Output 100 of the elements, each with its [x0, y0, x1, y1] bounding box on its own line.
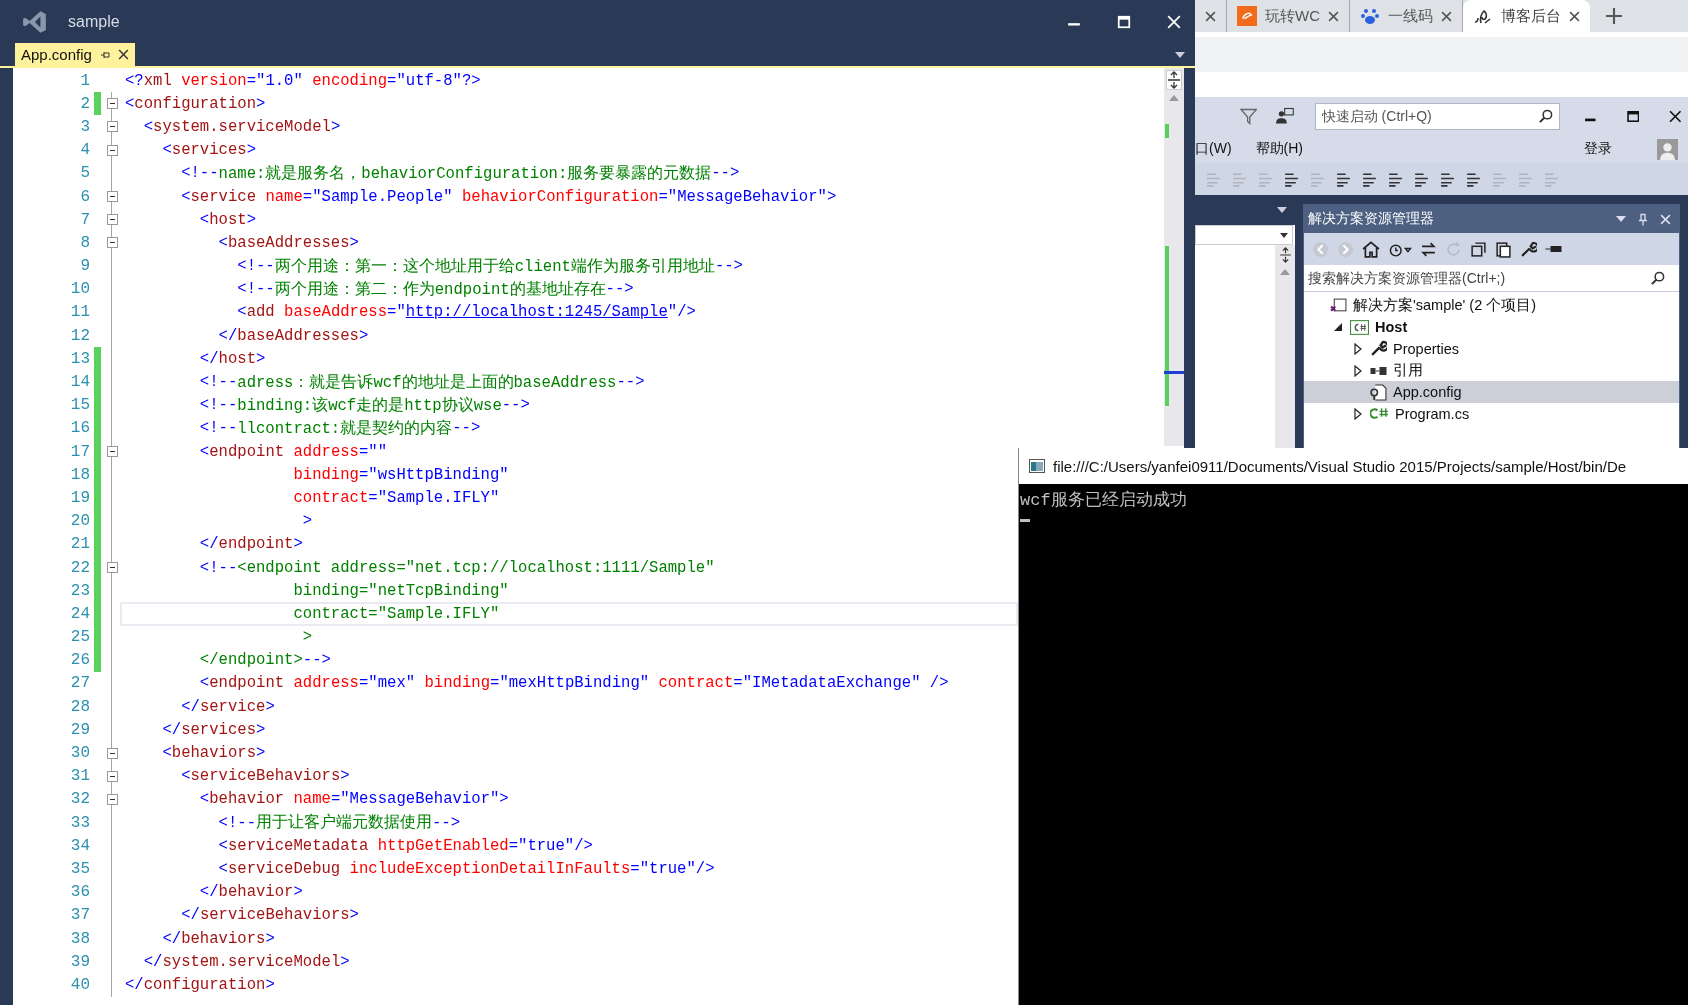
- line-number: 39: [69, 952, 90, 971]
- search-icon: [1650, 271, 1665, 286]
- browser-tab[interactable]: 博客后台: [1463, 0, 1590, 32]
- browser-tab[interactable]: 玩转WC: [1227, 0, 1350, 32]
- copy-icon[interactable]: [1495, 240, 1512, 258]
- expanded-icon[interactable]: [1334, 323, 1342, 332]
- collapse-icon[interactable]: [106, 237, 118, 249]
- toolbar-icon[interactable]: [1413, 170, 1430, 188]
- close-icon[interactable]: [1669, 109, 1682, 123]
- code-line: <!--两个用途：第一：这个地址用于给client端作为服务引用地址-->: [236, 256, 744, 278]
- pin-icon[interactable]: [1638, 212, 1648, 226]
- feedback-icon[interactable]: [1275, 107, 1295, 125]
- collapse-all-icon[interactable]: [1470, 240, 1487, 258]
- solution-icon: [1330, 297, 1347, 315]
- close-icon[interactable]: [1569, 10, 1580, 22]
- tree-item[interactable]: App.config: [1304, 381, 1679, 403]
- collapse-icon[interactable]: [106, 191, 118, 203]
- paw-icon: [1360, 6, 1380, 26]
- pin-icon[interactable]: [99, 49, 110, 60]
- collapse-icon[interactable]: [106, 121, 118, 133]
- wrench-icon[interactable]: [1520, 240, 1537, 258]
- new-tab-icon[interactable]: [1606, 8, 1622, 24]
- code-line: <services>: [161, 140, 258, 162]
- config-file-icon: [1370, 383, 1387, 401]
- collapse-icon[interactable]: [106, 562, 118, 574]
- line-number: 22: [69, 558, 90, 577]
- collapse-icon[interactable]: [106, 747, 118, 759]
- code-link[interactable]: http://localhost:1245/Sample: [405, 303, 668, 322]
- toolbar-icon[interactable]: [1335, 170, 1352, 188]
- filter-icon[interactable]: [1240, 107, 1258, 125]
- project-icon: [1350, 319, 1369, 335]
- collapse-icon[interactable]: [106, 98, 118, 110]
- split-icon[interactable]: [1166, 70, 1182, 90]
- document-tab[interactable]: App.config: [15, 43, 135, 66]
- console-output: wcf服务已经启动成功: [1020, 489, 1188, 511]
- collapse-icon[interactable]: [106, 214, 118, 226]
- toolbar-icon[interactable]: [1387, 170, 1404, 188]
- line-number: 36: [69, 883, 90, 902]
- code-line: <host>: [198, 209, 258, 231]
- dropdown-field[interactable]: [1195, 225, 1293, 245]
- line-number: 2: [79, 94, 90, 113]
- line-number: 10: [69, 280, 90, 299]
- tree-item[interactable]: Program.cs: [1304, 402, 1679, 425]
- item-label: Program.cs: [1395, 405, 1470, 422]
- line-number: 21: [69, 535, 90, 554]
- home-icon[interactable]: [1362, 240, 1380, 258]
- tree-item[interactable]: 引用: [1304, 359, 1679, 382]
- close-icon[interactable]: [117, 49, 129, 60]
- window-title: file:///C:/Users/yanfei0911/Documents/Visual Studio 2015/Projects/sample/Host/bin/De: [1053, 457, 1627, 475]
- split-icon[interactable]: [1278, 247, 1292, 263]
- line-number: 17: [69, 442, 90, 461]
- scroll-position-marker: [1164, 371, 1184, 374]
- line-number: 7: [79, 210, 90, 229]
- maximize-icon[interactable]: [1626, 109, 1640, 123]
- tree-item[interactable]: Properties: [1304, 338, 1679, 360]
- collapse-icon[interactable]: [106, 446, 118, 458]
- collapsed-icon[interactable]: [1354, 343, 1362, 355]
- text-cursor: [1020, 519, 1030, 522]
- sign-in-link[interactable]: 登录: [1584, 140, 1612, 158]
- dropdown-icon[interactable]: [1280, 232, 1288, 238]
- menu-item[interactable]: 帮助(H): [1255, 140, 1303, 158]
- tab-title: 玩转WC: [1265, 6, 1320, 26]
- collapsed-icon[interactable]: [1354, 364, 1362, 377]
- code-line: <serviceBehaviors>: [180, 766, 351, 788]
- line-number: 38: [69, 929, 90, 948]
- code-line: </behavior>: [198, 882, 304, 904]
- collapse-icon[interactable]: [106, 770, 118, 782]
- tree-item[interactable]: 解决方案'sample' (2 个项目): [1304, 295, 1679, 317]
- dropdown-icon[interactable]: [1277, 207, 1287, 213]
- collapsed-icon[interactable]: [1354, 407, 1362, 420]
- line-number: 11: [69, 303, 90, 322]
- toolbar-icon[interactable]: [1439, 170, 1456, 188]
- code-line: <!--name:就是服务名，behaviorConfiguration:服务要暴露的元数据-->: [180, 163, 741, 185]
- code-line: <configuration>: [124, 93, 267, 115]
- wrench-icon: [1370, 340, 1387, 358]
- line-number: 20: [69, 512, 90, 531]
- code-line: </serviceBehaviors>: [180, 905, 360, 927]
- minus-icon[interactable]: [1545, 245, 1562, 253]
- code-line: <!--adress：就是告诉wcf的地址是上面的baseAddress-->: [198, 372, 646, 394]
- sync-icon[interactable]: [1420, 240, 1437, 258]
- tree-item[interactable]: Host: [1304, 316, 1679, 339]
- line-number: 6: [79, 187, 90, 206]
- line-number: 8: [79, 233, 90, 252]
- toolbar-icon[interactable]: [1283, 170, 1300, 188]
- toolbar-icon[interactable]: [1465, 170, 1482, 188]
- toolbar-icon[interactable]: [1361, 170, 1378, 188]
- collapse-icon[interactable]: [106, 793, 118, 805]
- code-line: <serviceDebug includeExceptionDetailInFaults="true"/>: [217, 858, 716, 880]
- quick-launch-field[interactable]: 快速启动 (Ctrl+Q): [1314, 102, 1561, 130]
- item-label: Host: [1375, 319, 1408, 336]
- item-label: 解决方案'sample' (2 个项目): [1353, 296, 1537, 316]
- collapse-icon[interactable]: [106, 144, 118, 156]
- code-line: <behavior name="MessageBehavior">: [198, 789, 510, 811]
- scrollbar[interactable]: [1164, 68, 1184, 446]
- line-number: 14: [69, 373, 90, 392]
- code-line: <service name="Sample.People" behaviorConfiguration="MessageBehavior">: [180, 186, 838, 208]
- line-number: 3: [79, 117, 90, 136]
- menu-item[interactable]: 口(W): [1195, 140, 1232, 158]
- dropdown-icon[interactable]: [1175, 51, 1185, 58]
- code-line: <system.serviceModel>: [142, 116, 342, 138]
